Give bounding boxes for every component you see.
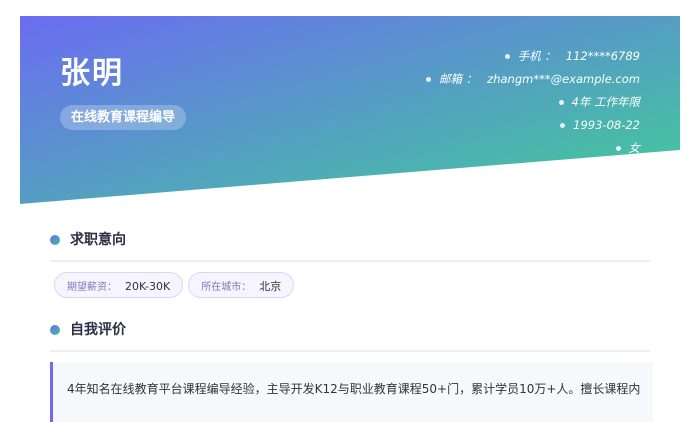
bullet-icon	[504, 54, 510, 59]
contact-value: zhangm***@example.com	[487, 72, 640, 86]
contact-experience: 4年 工作年限	[426, 94, 640, 117]
resume-header: 张明 在线教育课程编导 手机 ： 112****6789 邮箱 ： zhangm**…	[20, 16, 680, 204]
job-title-badge: 在线教育课程编导	[60, 105, 187, 130]
bullet-icon	[560, 123, 566, 128]
bullet-icon	[615, 146, 621, 151]
tag-key: 期望薪资：	[67, 282, 117, 293]
bullet-icon	[558, 100, 564, 105]
contact-value: 1993-08-22	[573, 118, 640, 132]
section-header-evaluation: 自我评价	[50, 320, 650, 352]
section-title: 求职意向	[70, 232, 126, 248]
tag-value: 20K-30K	[125, 280, 171, 293]
contact-label: 手机 ：	[517, 49, 556, 63]
contact-value: 4年 工作年限	[571, 95, 640, 109]
city-tag: 所在城市： 北京	[188, 272, 295, 298]
resume-page: 张明 在线教育课程编导 手机 ： 112****6789 邮箱 ： zhangm**…	[20, 16, 680, 422]
tag-key: 所在城市：	[201, 282, 252, 293]
bullet-icon	[426, 77, 431, 82]
candidate-name: 张明	[60, 56, 124, 91]
salary-tag: 期望薪资： 20K-30K	[54, 272, 184, 298]
contact-phone: 手机 ： 112****6789	[426, 48, 640, 71]
intent-tags: 期望薪资： 20K-30K 所在城市： 北京	[54, 272, 299, 298]
section-title: 自我评价	[70, 322, 126, 338]
self-evaluation-box: 4年知名在线教育平台课程编导经验，主导开发K12与职业教育课程50+门，累计学员…	[50, 362, 653, 422]
section-dot-icon	[50, 325, 60, 335]
contact-birthdate: 1993-08-22	[426, 117, 640, 140]
contact-email: 邮箱 ： zhangm***@example.com	[426, 71, 640, 94]
contact-list: 手机 ： 112****6789 邮箱 ： zhangm***@example.co…	[426, 48, 640, 163]
contact-label: 邮箱 ：	[439, 72, 478, 86]
contact-gender: 女	[426, 140, 640, 163]
tag-value: 北京	[259, 280, 282, 293]
section-header-intent: 求职意向	[50, 230, 650, 262]
contact-value: 女	[628, 141, 641, 155]
section-dot-icon	[50, 235, 60, 245]
self-evaluation-text: 4年知名在线教育平台课程编导经验，主导开发K12与职业教育课程50+门，累计学员…	[67, 382, 641, 396]
contact-value: 112****6789	[565, 49, 640, 63]
